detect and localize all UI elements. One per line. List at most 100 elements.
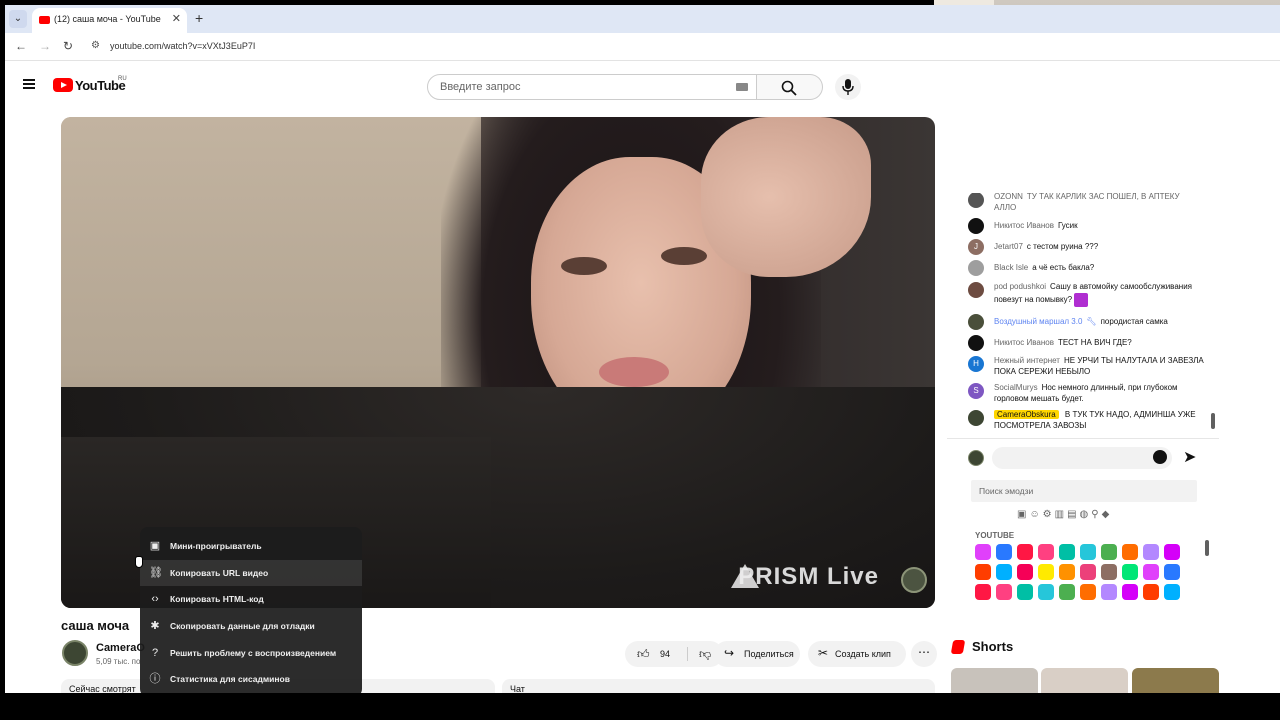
emoji-item[interactable] bbox=[1059, 564, 1075, 580]
tab-search-button[interactable]: ⌄ bbox=[9, 10, 27, 28]
chat-author[interactable]: Нежный интернет bbox=[994, 356, 1060, 365]
chat-avatar[interactable] bbox=[968, 218, 984, 234]
emoji-picker-icon[interactable] bbox=[1153, 450, 1167, 464]
chat-avatar[interactable] bbox=[968, 335, 984, 351]
emoji-item[interactable] bbox=[1164, 564, 1180, 580]
url-text: youtube.com/watch?v=xVXtJ3EuP7I bbox=[110, 41, 256, 51]
chat-avatar[interactable] bbox=[968, 314, 984, 330]
address-bar[interactable]: ⚙ youtube.com/watch?v=xVXtJ3EuP7I bbox=[85, 36, 925, 58]
like-icon[interactable]: 👍︎ bbox=[637, 647, 650, 662]
context-menu-stats[interactable]: ⓘ Статистика для сисадминов bbox=[140, 666, 362, 693]
create-clip-button[interactable]: ✂ Создать клип bbox=[808, 641, 906, 667]
search-button[interactable] bbox=[757, 74, 823, 100]
short-thumbnail[interactable] bbox=[1041, 668, 1128, 693]
emoji-item[interactable] bbox=[1017, 584, 1033, 600]
site-info-icon[interactable]: ⚙ bbox=[91, 40, 100, 51]
chat-author[interactable]: Jetart07 bbox=[994, 242, 1023, 251]
emoji-item[interactable] bbox=[1038, 584, 1054, 600]
search-input[interactable]: Введите запрос bbox=[427, 74, 757, 100]
context-menu-copy-debug[interactable]: ✱ Скопировать данные для отладки bbox=[140, 613, 362, 640]
emoji-item[interactable] bbox=[1122, 544, 1138, 560]
dislike-icon[interactable]: 👎︎ bbox=[699, 647, 711, 662]
screen: ⌄ (12) саша моча - YouTube ✕ + ← → ↻ ⚙ y… bbox=[0, 0, 1280, 720]
emoji-scrollbar[interactable] bbox=[1205, 540, 1209, 556]
tab-title: (12) саша моча - YouTube bbox=[54, 14, 161, 24]
voice-search-button[interactable] bbox=[835, 74, 861, 100]
chat-avatar[interactable] bbox=[968, 410, 984, 426]
emoji-item[interactable] bbox=[1164, 544, 1180, 560]
emoji-item[interactable] bbox=[1164, 584, 1180, 600]
emoji-item[interactable] bbox=[1101, 544, 1117, 560]
menu-icon[interactable] bbox=[23, 79, 35, 89]
emoji-item[interactable] bbox=[1059, 584, 1075, 600]
chat-author[interactable]: OZONN bbox=[994, 193, 1023, 201]
forward-button[interactable]: → bbox=[39, 39, 51, 53]
emoji-item[interactable] bbox=[1122, 584, 1138, 600]
emoji-item[interactable] bbox=[1038, 544, 1054, 560]
emoji-item[interactable] bbox=[975, 544, 991, 560]
emoji-item[interactable] bbox=[1101, 584, 1117, 600]
emoji-item[interactable] bbox=[1101, 564, 1117, 580]
chat-scrollbar[interactable] bbox=[1211, 413, 1215, 429]
tab-youtube[interactable]: (12) саша моча - YouTube ✕ bbox=[32, 8, 187, 33]
chat-author[interactable]: Никитос Иванов bbox=[994, 338, 1054, 347]
emoji-item[interactable] bbox=[996, 544, 1012, 560]
share-button[interactable]: ↪ Поделиться bbox=[714, 641, 800, 667]
context-menu-copy-embed[interactable]: ‹› Копировать HTML-код bbox=[140, 586, 362, 613]
send-icon[interactable]: ➤ bbox=[1183, 447, 1196, 467]
emoji-search-input[interactable]: Поиск эмодзи bbox=[971, 480, 1197, 502]
chat-author-member[interactable]: CameraObskura bbox=[994, 410, 1059, 419]
channel-name[interactable]: CameraO bbox=[96, 642, 145, 654]
chat-author[interactable]: pod podushkoi bbox=[994, 282, 1046, 291]
chat-author[interactable]: Black Isle bbox=[994, 263, 1028, 272]
emoji-category-tabs[interactable]: ▣☺⚙▥▤◍⚲◆ bbox=[1017, 509, 1157, 523]
emoji-item[interactable] bbox=[1080, 544, 1096, 560]
emoji-item[interactable] bbox=[975, 564, 991, 580]
new-tab-button[interactable]: + bbox=[195, 10, 203, 26]
emoji-item[interactable] bbox=[996, 584, 1012, 600]
short-thumbnail[interactable] bbox=[1132, 668, 1219, 693]
subscriber-count: 5,09 тыс. по bbox=[96, 657, 141, 666]
short-thumbnail[interactable] bbox=[951, 668, 1038, 693]
emoji-item[interactable] bbox=[1143, 584, 1159, 600]
emoji-item[interactable] bbox=[1038, 564, 1054, 580]
like-count[interactable]: 94 bbox=[660, 649, 670, 659]
emoji-item[interactable] bbox=[996, 564, 1012, 580]
context-menu-miniplayer[interactable]: ▣ Мини-проигрыватель bbox=[140, 533, 362, 560]
chat-author[interactable]: Никитос Иванов bbox=[994, 221, 1054, 230]
chat-avatar[interactable] bbox=[968, 193, 984, 208]
mouse-cursor bbox=[135, 556, 143, 568]
back-button[interactable]: ← bbox=[15, 39, 27, 53]
chat-text: Нежный интернет НЕ УРЧИ ТЫ НАЛУТАЛА И ЗАВ… bbox=[994, 356, 1204, 377]
emoji-item[interactable] bbox=[1143, 544, 1159, 560]
reload-button[interactable]: ↻ bbox=[63, 39, 73, 53]
chat-avatar[interactable]: J bbox=[968, 239, 984, 255]
chat-message-text: Гусик bbox=[1057, 221, 1078, 230]
chat-text: SocialMurys Нос немного длинный, при глуб… bbox=[994, 383, 1204, 404]
emoji-item[interactable] bbox=[1143, 564, 1159, 580]
context-menu-troubleshoot[interactable]: ? Решить проблему с воспроизведением bbox=[140, 640, 362, 667]
emoji-item[interactable] bbox=[1017, 544, 1033, 560]
emoji-item[interactable] bbox=[1080, 564, 1096, 580]
youtube-logo-icon[interactable] bbox=[53, 78, 73, 92]
emoji-item[interactable] bbox=[1017, 564, 1033, 580]
chat-author-moderator[interactable]: Воздушный маршал 3.0 bbox=[994, 317, 1082, 326]
channel-avatar[interactable] bbox=[62, 640, 88, 666]
chat-avatar[interactable]: Н bbox=[968, 356, 984, 372]
more-actions-button[interactable]: ⋯ bbox=[911, 641, 937, 667]
chat-message-input[interactable] bbox=[992, 447, 1172, 469]
keyboard-icon[interactable] bbox=[736, 83, 748, 91]
emoji-item[interactable] bbox=[1122, 564, 1138, 580]
context-menu-label: Статистика для сисадминов bbox=[170, 674, 290, 685]
chat-avatar[interactable]: S bbox=[968, 383, 984, 399]
emoji-item[interactable] bbox=[1080, 584, 1096, 600]
chat-avatar[interactable] bbox=[968, 282, 984, 298]
chat-text: Никитос Иванов ТЕСТ НА ВИЧ ГДЕ? bbox=[994, 338, 1204, 349]
chat-author[interactable]: SocialMurys bbox=[994, 383, 1038, 392]
context-menu-copy-url[interactable]: ⛓ Копировать URL видео bbox=[140, 559, 362, 587]
chat-avatar[interactable] bbox=[968, 260, 984, 276]
emoji-item[interactable] bbox=[1059, 544, 1075, 560]
emoji-item[interactable] bbox=[975, 584, 991, 600]
tab-close-icon[interactable]: ✕ bbox=[172, 12, 181, 25]
chat-panel-header[interactable]: Чат bbox=[502, 679, 935, 693]
